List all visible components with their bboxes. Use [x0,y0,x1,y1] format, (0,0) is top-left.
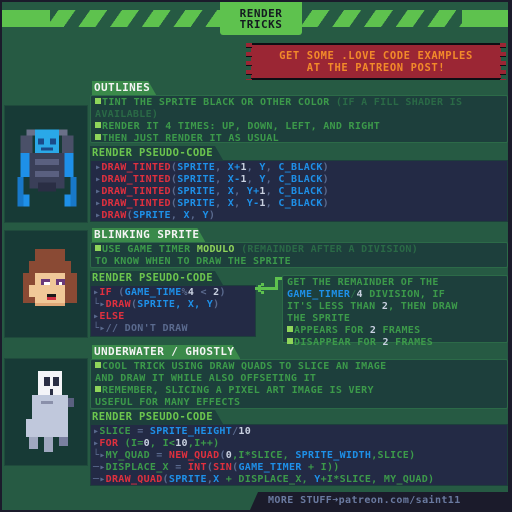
bullet-icon [95,98,101,104]
outlines-bullet-3: Then just render it as usual [91,133,507,145]
promo-line2: at the Patreon post! [306,61,446,74]
outlines-code-line: ▸DRAW(SPRITE, X, Y) [95,210,216,221]
explain-line-1: Get the remainder of the [287,277,439,288]
blinking-code-line-3: ▸ELSE [93,311,125,322]
outline-sprite-portrait [4,105,88,223]
outlines-description: Tint the sprite black or other color (if… [90,95,508,145]
girl-face-icon [23,249,77,306]
blinking-bullet: Use game timer modulo (remainder after a… [91,243,507,256]
header-stripe-left [2,10,50,27]
function-name: DRAW_TINTED [101,174,171,185]
explain-bullet-2: Disappear for 2 frames [283,337,507,349]
function-name: DRAW_TINTED [101,198,171,209]
explain-line-4: the sprite [287,313,351,324]
blinking-section-title: Blinking sprite [92,228,205,242]
footer: More stuff➜patreon.com/saint11 [258,492,510,510]
promo-banner[interactable]: Get some .love code examples at the Patr… [246,43,506,80]
blinking-description: Use game timer modulo (remainder after a… [90,242,508,268]
page-title-line1: Render [239,6,283,20]
bullet-icon [287,326,293,332]
underwater-code-line-3: └▸MY_QUAD = NEW_QUAD(0,I*SLICE, SPRITE_W… [93,450,416,461]
blinking-bullet-line2: to know when to draw the sprite [95,256,291,267]
function-name: DRAW_TINTED [101,186,171,197]
outlines-code-block: ▸DRAW_TINTED(SPRITE, X+1, Y, C_BLACK) ▸DR… [90,160,508,222]
blinking-explanation: Get the remainder of the GAME_TIMER/4 di… [282,275,508,348]
outlines-code-title: Render pseudo-code [90,146,223,160]
footer-prefix: More stuff [268,495,333,506]
blinking-code-block: ▸IF (GAME_TIME%4 < 2) └▸DRAW(SPRITE, X, … [90,285,256,337]
bullet-icon [95,362,101,368]
shadow-creature-icon [17,129,77,207]
page-title-line2: Tricks [239,17,283,31]
explain-line-2: GAME_TIMER/4 division, if [287,289,446,300]
ghost-sprite-portrait [4,358,88,466]
promo-line1: Get some .love code examples [279,49,473,62]
underwater-description: Cool trick using draw quads to slice an … [90,359,508,409]
bullet-icon [287,338,293,344]
bullet-icon [95,134,101,140]
bullet-icon [95,245,101,251]
blinking-code-title: Render pseudo-code [90,271,223,285]
underwater-bullet-1-line2: and draw it while also offseting it [95,373,317,384]
underwater-code-line-2: ▸FOR (I=0, I<10,I++) [93,438,220,449]
blinking-code-line-2: └▸DRAW(SPRITE, X, Y) [93,299,220,310]
outlines-section-title: Outlines [92,81,156,95]
outlines-bullet-1: Tint the sprite black or other color (if… [95,97,463,120]
explain-bullet-1: Appears for 2 frames [283,325,507,337]
underwater-code-line-1: ▸SLICE = SPRITE_HEIGHT/10 [93,426,252,437]
blinking-sprite-portrait [4,230,88,338]
header-stripe-right [462,10,508,27]
underwater-code-title: Render pseudo-code [90,410,223,424]
underwater-section-title: Underwater / Ghostly [92,345,240,359]
ghost-icon [26,371,74,452]
page-title: Render Tricks [220,2,302,35]
patreon-link[interactable]: patreon.com/saint11 [339,495,461,506]
function-name: DRAW_TINTED [101,162,171,173]
outlines-code-line: ▸DRAW_TINTED(SPRITE, X, Y-1, C_BLACK) [95,198,329,209]
outlines-bullet-2: Render it 4 times: up, down, left, and r… [91,121,507,133]
bullet-icon [95,386,101,392]
outlines-code-line: ▸DRAW_TINTED(SPRITE, X-1, Y, C_BLACK) [95,174,329,185]
underwater-code-line-4: ─▸DISPLACE_X = INT(SIN(GAME_TIMER + I)) [93,462,340,473]
explain-line-3: it's less than 2, then draw [287,301,458,312]
outlines-code-line: ▸DRAW_TINTED(SPRITE, X+1, Y, C_BLACK) [95,162,329,173]
underwater-code-line-5: ─▸DRAW_QUAD(SPRITE,X + DISPLACE_X, Y+I*S… [93,474,435,485]
blinking-code-line-4: └▸// DON'T DRAW [93,323,188,334]
underwater-bullet-2: Remember, slicing a pixel art image is v… [91,385,507,397]
function-name: DRAW [101,210,127,221]
outlines-code-line: ▸DRAW_TINTED(SPRITE, X, Y+1, C_BLACK) [95,186,329,197]
blinking-code-line-1: ▸IF (GAME_TIME%4 < 2) [93,287,226,298]
arrow-left-icon [255,277,285,294]
bullet-icon [95,122,101,128]
underwater-bullet-1: Cool trick using draw quads to slice an … [91,360,507,373]
underwater-code-block: ▸SLICE = SPRITE_HEIGHT/10 ▸FOR (I=0, I<1… [90,424,508,486]
underwater-bullet-2-line2: useful for many effects [95,397,241,408]
